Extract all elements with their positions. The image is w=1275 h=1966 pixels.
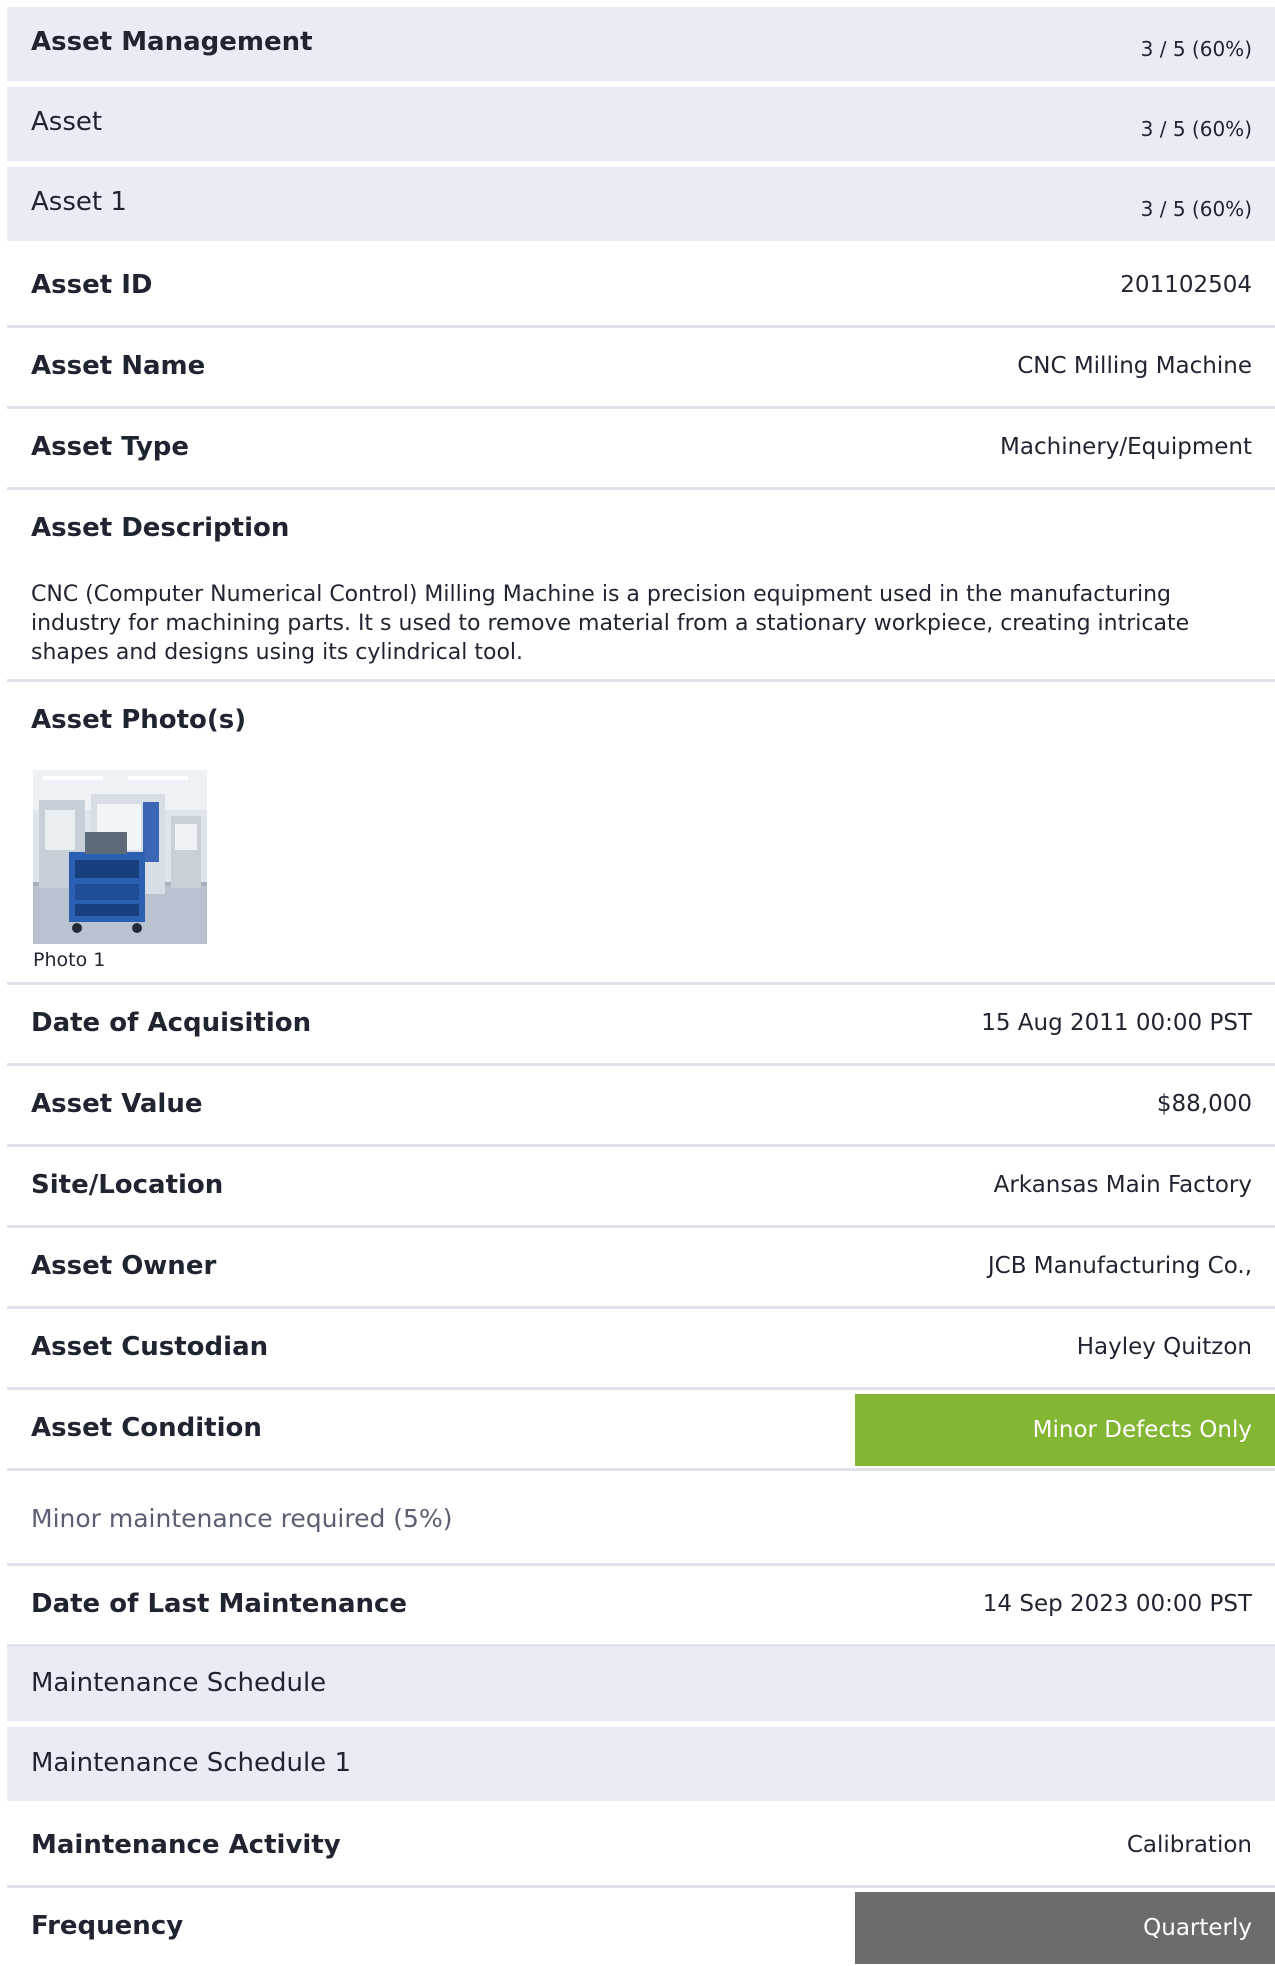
field-value: 201102504 xyxy=(1120,272,1252,298)
field-label: Asset Photo(s) xyxy=(31,705,247,735)
field-value: $88,000 xyxy=(1156,1091,1252,1117)
field-label: Asset Value xyxy=(31,1089,203,1119)
field-asset-type: Asset Type Machinery/Equipment xyxy=(7,409,1275,490)
field-label: Frequency xyxy=(31,1911,184,1941)
item-title: Maintenance Schedule 1 xyxy=(31,1748,351,1778)
item-header-maintenance-schedule-1[interactable]: Maintenance Schedule 1 xyxy=(7,1727,1275,1801)
field-asset-description: Asset Description CNC (Computer Numerica… xyxy=(7,490,1275,682)
field-value: 15 Aug 2011 00:00 PST xyxy=(981,1010,1252,1036)
item-score: 3 / 5 (60%) xyxy=(1140,197,1252,221)
asset-photo-thumbnail[interactable] xyxy=(33,770,207,944)
condition-note: Minor maintenance required (5%) xyxy=(7,1471,1275,1566)
field-asset-photos: Asset Photo(s) Photo 1 xyxy=(7,682,1275,985)
field-label: Asset Owner xyxy=(31,1251,217,1281)
condition-badge: Minor Defects Only xyxy=(855,1394,1275,1466)
description-text: CNC (Computer Numerical Control) Milling… xyxy=(31,582,1190,665)
field-asset-custodian: Asset Custodian Hayley Quitzon xyxy=(7,1309,1275,1390)
field-value: Hayley Quitzon xyxy=(1076,1334,1252,1360)
field-value: Machinery/Equipment xyxy=(1000,434,1252,460)
field-label: Asset Name xyxy=(31,351,206,381)
field-value: 14 Sep 2023 00:00 PST xyxy=(982,1591,1252,1617)
field-label: Asset ID xyxy=(31,270,153,300)
field-value: Calibration xyxy=(1126,1832,1252,1858)
field-asset-owner: Asset Owner JCB Manufacturing Co., xyxy=(7,1228,1275,1309)
item-title: Asset 1 xyxy=(31,187,127,217)
field-asset-value: Asset Value $88,000 xyxy=(7,1066,1275,1147)
asset-report: Asset Management 3 / 5 (60%) Asset 3 / 5… xyxy=(7,7,1275,1966)
field-asset-id: Asset ID 201102504 xyxy=(7,247,1275,328)
frequency-badge: Quarterly xyxy=(855,1892,1275,1964)
field-label: Site/Location xyxy=(31,1170,224,1200)
field-asset-name: Asset Name CNC Milling Machine xyxy=(7,328,1275,409)
field-site-location: Site/Location Arkansas Main Factory xyxy=(7,1147,1275,1228)
report-header[interactable]: Asset Management 3 / 5 (60%) xyxy=(7,7,1275,81)
condition-note-text: Minor maintenance required (5%) xyxy=(31,1504,453,1533)
field-label: Maintenance Activity xyxy=(31,1830,341,1860)
section-title: Maintenance Schedule xyxy=(31,1668,327,1698)
field-label: Asset Condition xyxy=(31,1413,262,1443)
report-score: 3 / 5 (60%) xyxy=(1140,37,1252,61)
field-value: JCB Manufacturing Co., xyxy=(987,1253,1252,1279)
frequency-value: Quarterly xyxy=(1143,1915,1252,1941)
field-label: Date of Acquisition xyxy=(31,1008,312,1038)
field-maintenance-activity: Maintenance Activity Calibration xyxy=(7,1807,1275,1888)
item-header-asset-1[interactable]: Asset 1 3 / 5 (60%) xyxy=(7,167,1275,241)
field-label: Asset Type xyxy=(31,432,190,462)
field-value: CNC Milling Machine xyxy=(1017,353,1252,379)
field-asset-condition: Asset Condition Minor Defects Only xyxy=(7,1390,1275,1471)
field-label: Date of Last Maintenance xyxy=(31,1589,408,1619)
field-frequency: Frequency Quarterly xyxy=(7,1888,1275,1966)
section-header-maintenance-schedule[interactable]: Maintenance Schedule xyxy=(7,1647,1275,1721)
section-header-asset[interactable]: Asset 3 / 5 (60%) xyxy=(7,87,1275,161)
field-label: Asset Custodian xyxy=(31,1332,269,1362)
section-score: 3 / 5 (60%) xyxy=(1140,117,1252,141)
condition-value: Minor Defects Only xyxy=(1032,1417,1252,1443)
machine-photo-icon xyxy=(33,770,207,944)
photo-caption: Photo 1 xyxy=(33,949,106,971)
section-title: Asset xyxy=(31,107,103,137)
report-title: Asset Management xyxy=(31,27,313,57)
field-date-of-last-maintenance: Date of Last Maintenance 14 Sep 2023 00:… xyxy=(7,1566,1275,1647)
field-value: Arkansas Main Factory xyxy=(993,1172,1252,1198)
field-date-of-acquisition: Date of Acquisition 15 Aug 2011 00:00 PS… xyxy=(7,985,1275,1066)
field-label: Asset Description xyxy=(31,513,290,543)
